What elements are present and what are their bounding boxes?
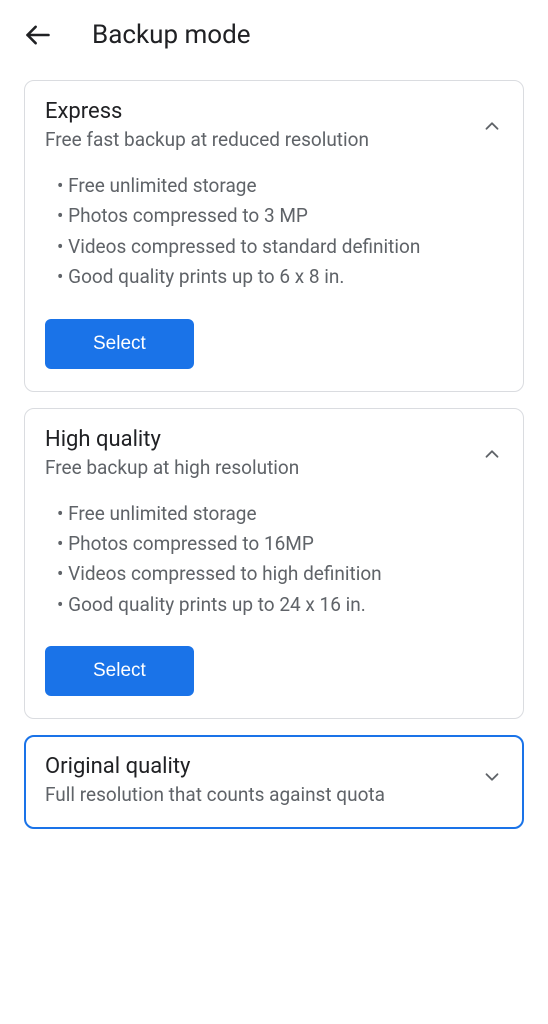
list-item: Good quality prints up to 6 x 8 in.	[45, 262, 503, 292]
select-button-high-quality[interactable]: Select	[45, 646, 194, 696]
card-title-group: Original quality Full resolution that co…	[45, 754, 481, 806]
list-item: Good quality prints up to 24 x 16 in.	[45, 590, 503, 620]
card-original-quality: Original quality Full resolution that co…	[24, 735, 524, 829]
card-express: Express Free fast backup at reduced reso…	[24, 80, 524, 392]
list-item: Photos compressed to 16MP	[45, 529, 503, 559]
card-subtitle: Free backup at high resolution	[45, 456, 481, 479]
card-header-original-quality[interactable]: Original quality Full resolution that co…	[45, 754, 503, 806]
list-item: Photos compressed to 3 MP	[45, 201, 503, 231]
card-title-group: High quality Free backup at high resolut…	[45, 427, 481, 479]
chevron-up-icon[interactable]	[481, 443, 503, 465]
card-title-group: Express Free fast backup at reduced reso…	[45, 99, 481, 151]
content-area: Express Free fast backup at reduced reso…	[0, 80, 548, 829]
card-high-quality: High quality Free backup at high resolut…	[24, 408, 524, 720]
list-item: Free unlimited storage	[45, 499, 503, 529]
bullet-list: Free unlimited storage Photos compressed…	[45, 171, 503, 293]
list-item: Videos compressed to high definition	[45, 559, 503, 589]
card-title: Express	[45, 99, 481, 124]
chevron-up-icon[interactable]	[481, 115, 503, 137]
list-item: Free unlimited storage	[45, 171, 503, 201]
page-title: Backup mode	[92, 20, 251, 50]
chevron-down-icon[interactable]	[481, 766, 503, 788]
card-header-high-quality[interactable]: High quality Free backup at high resolut…	[45, 427, 503, 479]
list-item: Videos compressed to standard definition	[45, 232, 503, 262]
card-header-express[interactable]: Express Free fast backup at reduced reso…	[45, 99, 503, 151]
select-button-express[interactable]: Select	[45, 319, 194, 369]
card-title: High quality	[45, 427, 481, 452]
bullet-list: Free unlimited storage Photos compressed…	[45, 499, 503, 621]
back-arrow-icon[interactable]	[24, 21, 52, 49]
card-subtitle: Full resolution that counts against quot…	[45, 783, 481, 806]
card-subtitle: Free fast backup at reduced resolution	[45, 128, 481, 151]
card-title: Original quality	[45, 754, 481, 779]
app-header: Backup mode	[0, 0, 548, 80]
